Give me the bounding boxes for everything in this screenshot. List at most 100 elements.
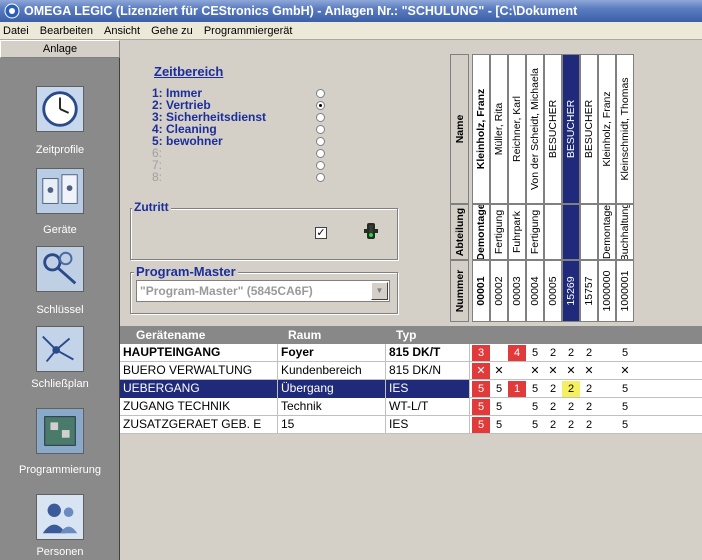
access-cell[interactable]: ✕ xyxy=(526,363,544,379)
access-cell[interactable]: 5 xyxy=(490,399,508,415)
device-raum: 15 xyxy=(278,416,386,434)
access-cell[interactable] xyxy=(598,363,616,379)
device-name: ZUGANG TECHNIK xyxy=(120,398,278,416)
table-row[interactable]: UEBERGANG Übergang IES 5 5 1 5 2 2 2 5 xyxy=(120,380,702,398)
access-cell[interactable]: 5 xyxy=(616,381,634,397)
access-cell[interactable] xyxy=(598,417,616,433)
access-cell[interactable]: ✕ xyxy=(490,363,508,379)
person-column[interactable]: Müller, Rita Fertigung 00002 xyxy=(490,54,508,338)
header-raum[interactable]: Raum xyxy=(288,326,321,344)
access-cell[interactable]: 2 xyxy=(544,345,562,361)
zeitbereich-radio[interactable] xyxy=(316,137,325,146)
person-nummer-cell: 00005 xyxy=(544,260,562,322)
access-cell[interactable]: 5 xyxy=(526,417,544,433)
menu-ansicht[interactable]: Ansicht xyxy=(100,22,144,40)
access-cell[interactable]: 3 xyxy=(472,345,490,361)
access-cell[interactable]: 5 xyxy=(526,381,544,397)
chevron-down-icon[interactable]: ▼ xyxy=(371,282,388,300)
zeitbereich-radio xyxy=(316,149,325,158)
person-abteilung: Demontage xyxy=(601,204,613,260)
person-column[interactable]: BESUCHER 15757 xyxy=(580,54,598,338)
access-cell[interactable]: 5 xyxy=(490,381,508,397)
table-row[interactable]: BUERO VERWALTUNG Kundenbereich 815 DK/N ✕ ✕ ✕… xyxy=(120,362,702,380)
sidebar-item-zeitprofile[interactable]: Zeitprofile xyxy=(0,86,120,176)
zutritt-checkbox[interactable]: ✓ xyxy=(315,227,327,239)
zeitbereich-label: 6: xyxy=(152,146,163,160)
access-cell[interactable]: 2 xyxy=(562,381,580,397)
zeitbereich-label: 7: xyxy=(152,158,163,172)
access-cell[interactable]: 5 xyxy=(616,399,634,415)
sidebar-item-schliessplan[interactable]: Schließplan xyxy=(0,326,120,396)
zeitbereich-radio[interactable] xyxy=(316,89,325,98)
table-row[interactable]: ZUSATZGERAET GEB. E 15 IES 5 5 5 2 2 2 5 xyxy=(120,416,702,434)
access-cell[interactable] xyxy=(598,399,616,415)
access-cell[interactable] xyxy=(508,417,526,433)
access-cell[interactable]: 2 xyxy=(562,399,580,415)
access-cell[interactable]: 2 xyxy=(580,381,598,397)
access-cell[interactable] xyxy=(508,399,526,415)
access-cell[interactable]: 2 xyxy=(562,417,580,433)
access-cell[interactable]: 1 xyxy=(508,381,526,397)
person-column[interactable]: Reichner, Karl Fuhrpark 00003 xyxy=(508,54,526,338)
table-row[interactable]: HAUPTEINGANG Foyer 815 DK/T 3 4 5 2 2 2 5 xyxy=(120,344,702,362)
person-column[interactable]: Kleinholz, Franz Demontage 1000000 xyxy=(598,54,616,338)
title-bar[interactable]: OMEGA LEGIC (Lizenziert für CEStronics G… xyxy=(0,0,702,22)
person-name: Kleinholz, Franz xyxy=(475,88,487,170)
access-cell[interactable]: ✕ xyxy=(616,363,634,379)
access-cell[interactable]: 5 xyxy=(472,399,490,415)
device-name: UEBERGANG xyxy=(120,380,278,398)
person-name-cell: Kleinholz, Franz xyxy=(472,54,490,204)
sidebar-item-personen[interactable]: Personen xyxy=(0,494,120,560)
person-column[interactable]: Kleinholz, Franz Demontage 00001 xyxy=(472,54,490,338)
sidebar-tab-anlage[interactable]: Anlage xyxy=(0,40,120,58)
table-row[interactable]: ZUGANG TECHNIK Technik WT-L/T 5 5 5 2 2 2 5 xyxy=(120,398,702,416)
menu-bar: Datei Bearbeiten Ansicht Gehe zu Program… xyxy=(0,22,702,40)
access-cell[interactable]: 5 xyxy=(472,417,490,433)
zeitbereich-radio[interactable] xyxy=(316,125,325,134)
menu-gehe-zu[interactable]: Gehe zu xyxy=(147,22,197,40)
access-cell[interactable]: 5 xyxy=(490,417,508,433)
sidebar-item-schluessel[interactable]: Schlüssel xyxy=(0,246,120,316)
sidebar-item-programmierung[interactable]: Programmierung xyxy=(0,408,120,488)
menu-bearbeiten[interactable]: Bearbeiten xyxy=(36,22,97,40)
access-cell[interactable] xyxy=(598,345,616,361)
access-cell[interactable]: 2 xyxy=(544,417,562,433)
access-cell[interactable] xyxy=(598,381,616,397)
access-cell[interactable]: ✕ xyxy=(544,363,562,379)
access-cell[interactable]: ✕ xyxy=(562,363,580,379)
person-abteilung-cell xyxy=(580,204,598,260)
access-cell[interactable]: ✕ xyxy=(580,363,598,379)
main-panel: Zeitbereich 1: Immer 2: Vertrieb 3: Sicher… xyxy=(120,40,702,560)
zeitbereich-radio[interactable] xyxy=(316,113,325,122)
access-cell[interactable]: ✕ xyxy=(472,363,490,379)
header-typ[interactable]: Typ xyxy=(396,326,416,344)
access-cell[interactable]: 2 xyxy=(562,345,580,361)
person-column[interactable]: BESUCHER 00005 xyxy=(544,54,562,338)
access-cell[interactable]: 2 xyxy=(544,381,562,397)
access-cell[interactable]: 5 xyxy=(616,417,634,433)
person-column[interactable]: Kleinschmidt, Thomas Buchhaltung 1000001 xyxy=(616,54,634,338)
person-nummer: 15757 xyxy=(583,276,595,306)
access-cell[interactable]: 4 xyxy=(508,345,526,361)
access-cell[interactable]: 5 xyxy=(526,399,544,415)
menu-datei[interactable]: Datei xyxy=(0,22,33,40)
access-cell[interactable]: 5 xyxy=(616,345,634,361)
program-master-dropdown[interactable]: "Program-Master" (5845CA6F) xyxy=(136,280,390,302)
device-typ: 815 DK/T xyxy=(386,344,470,362)
access-cell[interactable]: 2 xyxy=(580,417,598,433)
access-cell[interactable]: 5 xyxy=(472,381,490,397)
access-cell[interactable] xyxy=(508,363,526,379)
access-cell[interactable]: 2 xyxy=(580,345,598,361)
access-cell[interactable]: 2 xyxy=(580,399,598,415)
access-cell[interactable]: 5 xyxy=(526,345,544,361)
person-column[interactable]: Von der Scheidt, Michaela Fertigung 00004 xyxy=(526,54,544,338)
access-cell[interactable]: 2 xyxy=(544,399,562,415)
menu-programmiergeraet[interactable]: Programmiergerät xyxy=(200,22,297,40)
zeitbereich-radio[interactable] xyxy=(316,101,325,110)
header-geraetename[interactable]: Gerätename xyxy=(136,326,205,344)
access-cell[interactable] xyxy=(490,345,508,361)
person-nummer: 00005 xyxy=(547,276,559,306)
person-column[interactable]: BESUCHER 15269 xyxy=(562,54,580,338)
sidebar-item-geraete[interactable]: Geräte xyxy=(0,168,120,238)
person-abteilung-cell xyxy=(562,204,580,260)
